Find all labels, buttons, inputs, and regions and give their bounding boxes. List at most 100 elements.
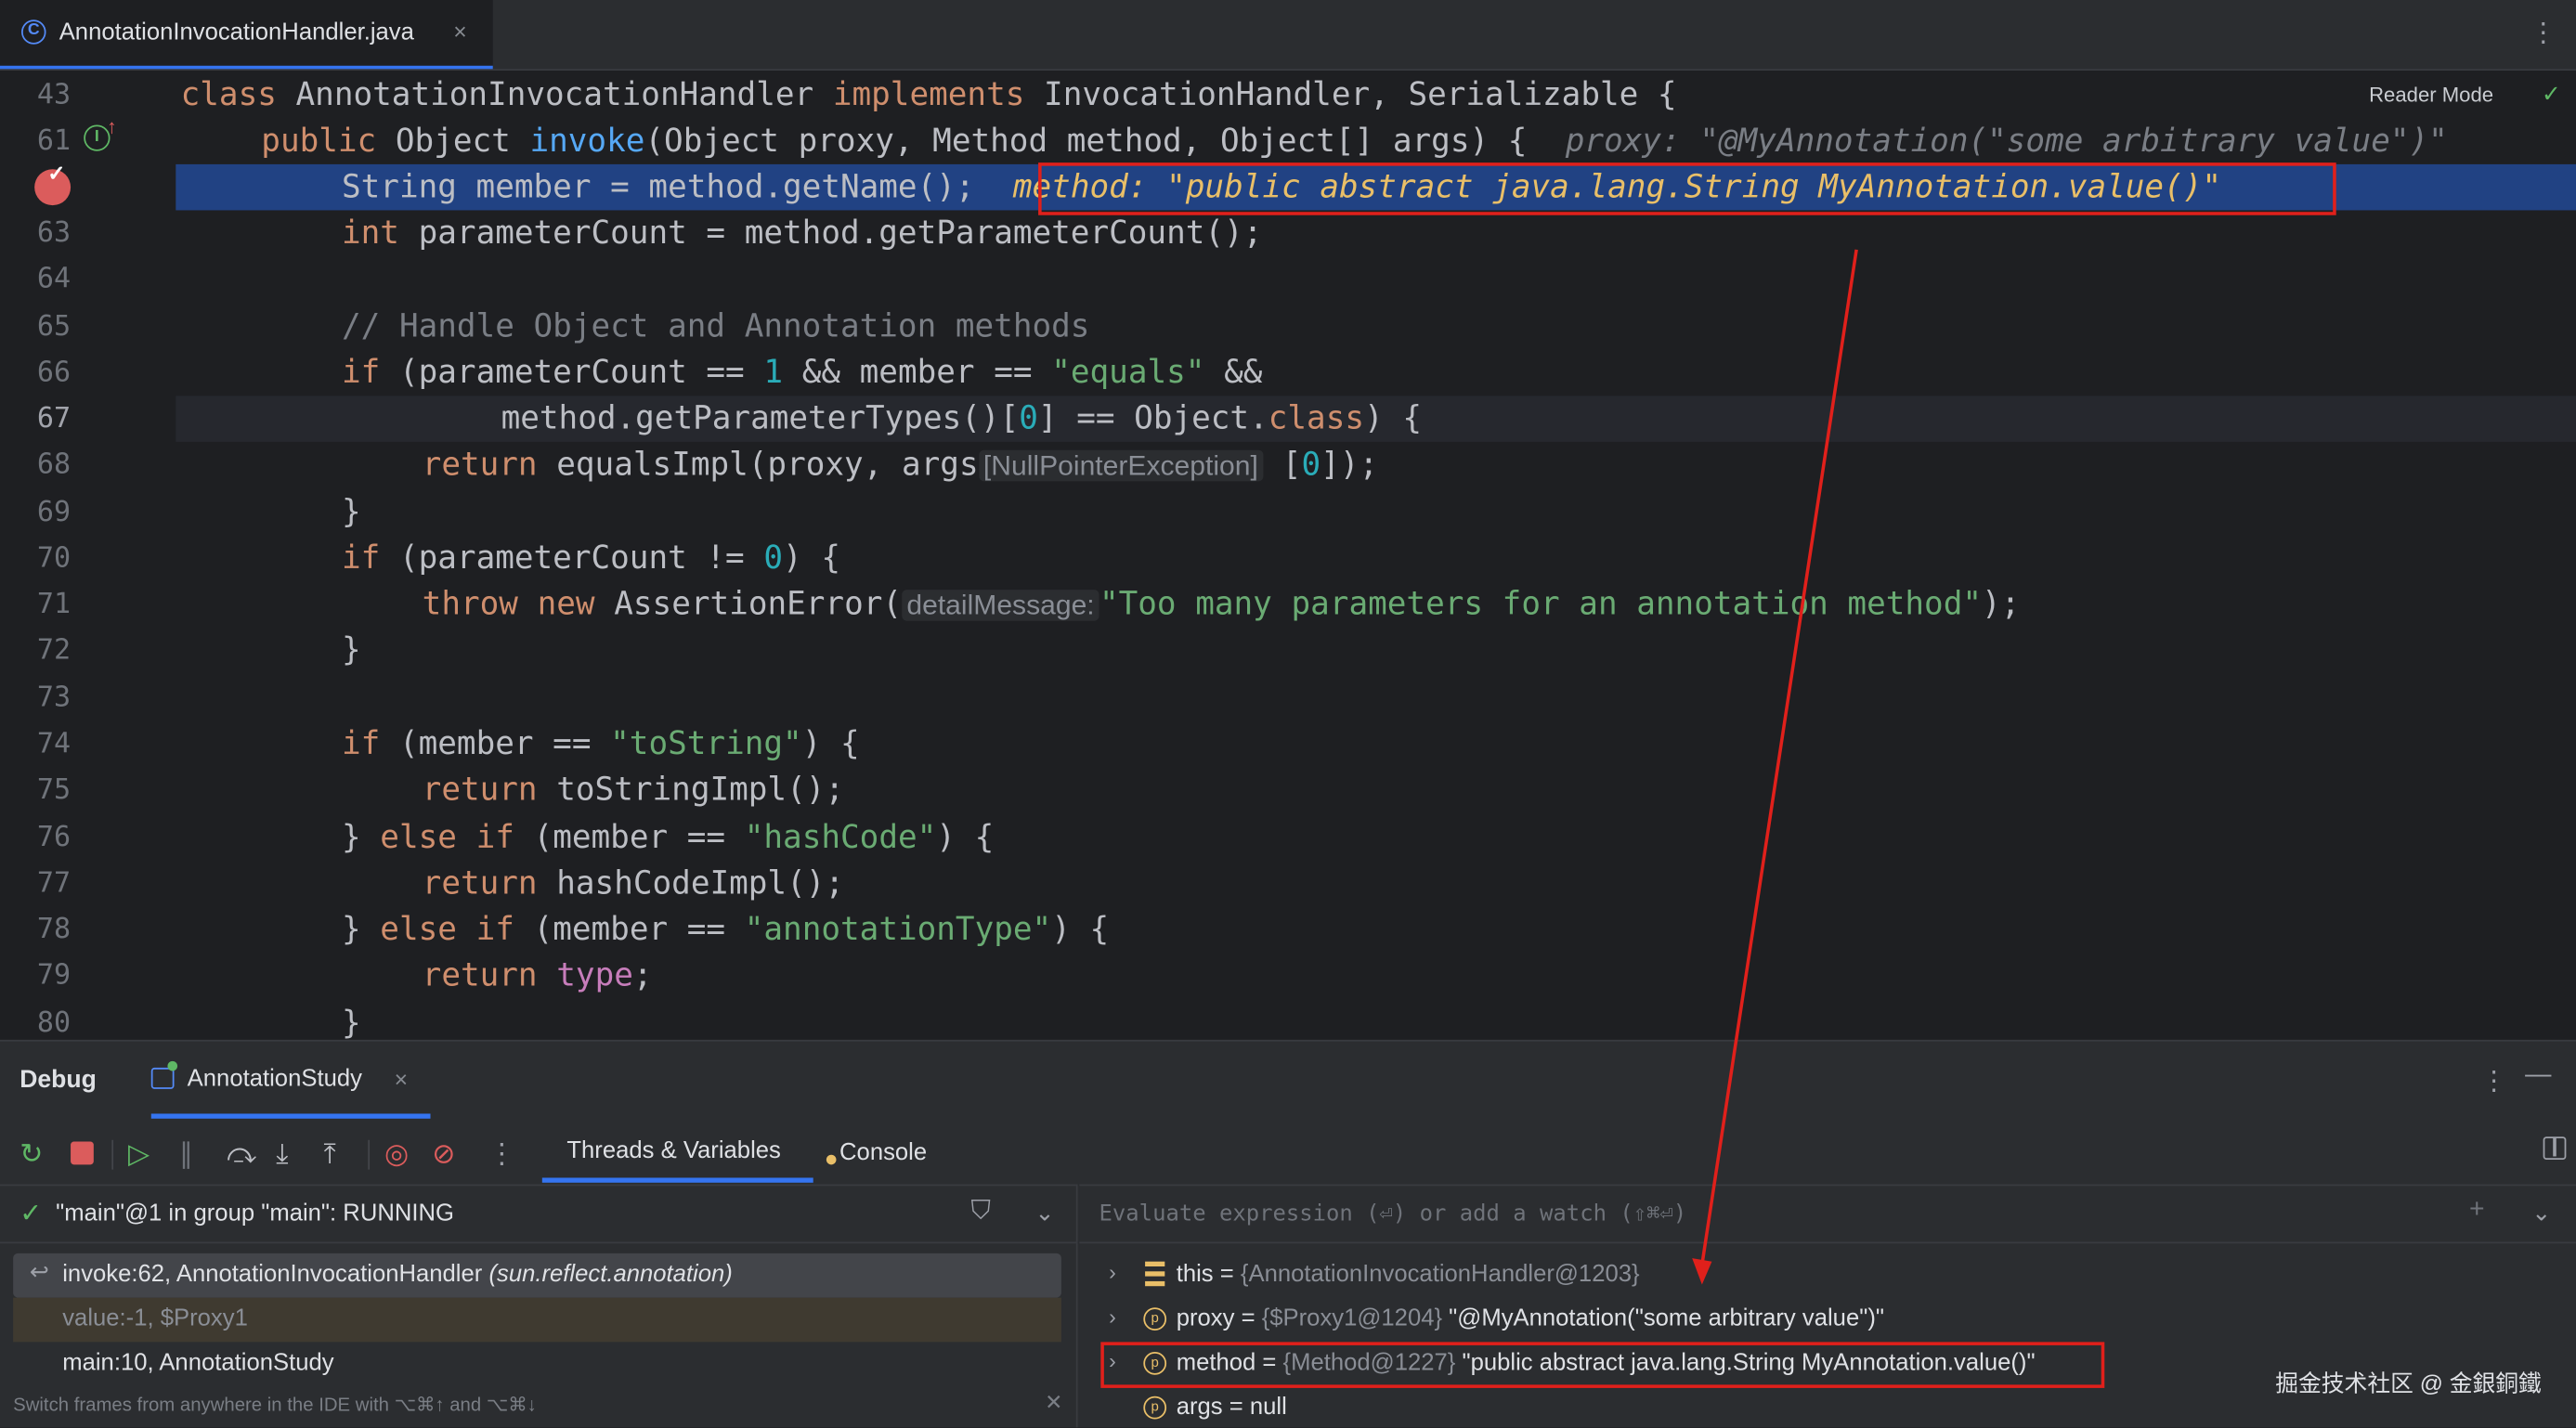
resume-icon[interactable]: ▷: [128, 1138, 150, 1171]
tab-threads-variables[interactable]: Threads & Variables: [541, 1127, 813, 1183]
code-line: 68 return equalsImpl(proxy, args [NullPoi…: [0, 442, 2576, 488]
return-arrow-icon: ↩: [29, 1258, 49, 1285]
line-number[interactable]: 70: [0, 536, 71, 582]
inline-debug-value: proxy: "@MyAnnotation("some arbitrary va…: [1565, 121, 2448, 160]
mute-breakpoints-icon[interactable]: ⊘: [432, 1138, 455, 1171]
overrides-arrow-icon: ↑: [106, 114, 117, 138]
tab-console[interactable]: Console: [826, 1140, 927, 1166]
parameter-icon: p: [1143, 1396, 1167, 1420]
expand-arrow-icon[interactable]: ›: [1109, 1260, 1116, 1285]
annotation-highlight-box: [1038, 162, 2336, 215]
stack-frame[interactable]: main:10, AnnotationStudy: [13, 1342, 1061, 1386]
line-number[interactable]: 76: [0, 814, 71, 861]
line-number[interactable]: 68: [0, 442, 71, 488]
close-tab-icon[interactable]: ×: [453, 18, 466, 44]
code-line: 80 }: [0, 1000, 2576, 1040]
chevron-down-icon[interactable]: ⌄: [1035, 1199, 1055, 1227]
toolbar-separator: [368, 1139, 371, 1170]
ide-window: C AnnotationInvocationHandler.java × ⋮ R…: [0, 0, 2576, 1428]
breakpoint-check-icon: ✓: [47, 161, 66, 186]
line-number[interactable]: 64: [0, 256, 71, 303]
frames-hint: Switch frames from anywhere in the IDE w…: [13, 1396, 537, 1416]
filter-icon[interactable]: ⛉: [971, 1198, 991, 1227]
close-session-icon[interactable]: ×: [395, 1066, 408, 1092]
parameter-name-hint: detailMessage:: [902, 590, 1099, 621]
code-line: 78 } else if (member == "annotationType"…: [0, 907, 2576, 954]
line-number[interactable]: 69: [0, 489, 71, 536]
evaluate-placeholder: Evaluate expression (⏎) or add a watch (…: [1099, 1201, 1687, 1227]
line-number[interactable]: 80: [0, 1000, 71, 1039]
code-line: 61 I ↑ public Object invoke(Object proxy…: [0, 114, 2576, 164]
toolbar-more-icon[interactable]: ⋮: [488, 1138, 515, 1171]
debug-toolbar: ↻ ▷ ∥ ⤼ ⤓ ⤒ ◎ ⊘ ⋮ Threads & Variables Co…: [0, 1127, 2576, 1183]
line-number[interactable]: 43: [0, 72, 71, 119]
code-line: 66 if (parameterCount == 1 && member == …: [0, 350, 2576, 396]
line-number[interactable]: 77: [0, 861, 71, 907]
code-line: 79 return type;: [0, 953, 2576, 999]
code-line: 72 }: [0, 628, 2576, 674]
more-options-icon[interactable]: ⋮: [2480, 1064, 2506, 1097]
stop-icon[interactable]: [71, 1141, 94, 1165]
code-line: 74 if (member == "toString") {: [0, 721, 2576, 768]
thread-running-icon: ✓: [20, 1201, 42, 1229]
variable-row[interactable]: › p proxy = {$Proxy1@1204} "@MyAnnotatio…: [1079, 1298, 2576, 1343]
stack-frame[interactable]: value:-1, $Proxy1: [13, 1297, 1061, 1343]
annotation-highlight-box: [1100, 1342, 2105, 1388]
dismiss-hint-icon[interactable]: ✕: [1045, 1390, 1062, 1416]
thread-label: "main"@1 in group "main": RUNNING: [56, 1201, 455, 1227]
code-line: 71 throw new AssertionError(detailMessag…: [0, 581, 2576, 628]
view-breakpoints-icon[interactable]: ◎: [384, 1138, 409, 1171]
code-line: 73: [0, 675, 2576, 721]
code-editor[interactable]: Reader Mode ✓ 43 class AnnotationInvocat…: [0, 71, 2576, 1040]
code-line: 70 if (parameterCount != 0) {: [0, 536, 2576, 582]
running-indicator-icon: [167, 1060, 178, 1071]
exception-inlay-hint: [NullPointerException]: [978, 449, 1264, 482]
step-over-icon[interactable]: ⤼: [227, 1138, 256, 1171]
step-out-icon[interactable]: ⤒: [324, 1138, 336, 1171]
caret-line: 67 method.getParameterTypes()[0] == Obje…: [0, 396, 2576, 442]
line-number[interactable]: 66: [0, 350, 71, 396]
editor-tab-label: AnnotationInvocationHandler.java: [59, 19, 414, 46]
minimize-icon[interactable]: —: [2525, 1061, 2551, 1091]
line-number[interactable]: 63: [0, 210, 71, 256]
code-line: 76 } else if (member == "hashCode") {: [0, 814, 2576, 861]
evaluate-expression-field[interactable]: Evaluate expression (⏎) or add a watch (…: [1079, 1186, 2576, 1244]
line-number[interactable]: 75: [0, 767, 71, 813]
rerun-icon[interactable]: ↻: [20, 1138, 43, 1171]
line-number[interactable]: 73: [0, 675, 71, 721]
parameter-icon: p: [1143, 1307, 1167, 1331]
watermark: 掘金技术社区 @ 金銀銅鐵: [2275, 1370, 2542, 1396]
tab-threads-variables-label: Threads & Variables: [566, 1138, 781, 1165]
layout-settings-icon[interactable]: [2543, 1136, 2567, 1161]
code-line: 64: [0, 256, 2576, 303]
step-into-icon[interactable]: ⤓: [276, 1138, 288, 1171]
debug-session-label: AnnotationStudy: [187, 1066, 362, 1093]
line-number[interactable]: 78: [0, 907, 71, 954]
stack-frame[interactable]: ↩ invoke:62, AnnotationInvocationHandler…: [13, 1253, 1061, 1298]
more-options-icon[interactable]: ⋮: [2530, 17, 2556, 49]
debug-tool-window: Debug AnnotationStudy × ⋮ — ↻ ▷ ∥ ⤼ ⤓ ⤒ …: [0, 1039, 2576, 1428]
line-number[interactable]: 74: [0, 721, 71, 768]
line-number[interactable]: 71: [0, 581, 71, 628]
line-number[interactable]: 67: [0, 396, 71, 442]
code-line: 65 // Handle Object and Annotation metho…: [0, 304, 2576, 350]
editor-tab[interactable]: C AnnotationInvocationHandler.java ×: [0, 0, 493, 70]
add-watch-icon[interactable]: +: [2469, 1196, 2485, 1226]
debug-session-tab[interactable]: AnnotationStudy ×: [150, 1060, 431, 1119]
line-number[interactable]: 61: [0, 118, 71, 164]
console-status-icon: [826, 1154, 837, 1165]
line-number[interactable]: 79: [0, 953, 71, 999]
line-number[interactable]: 72: [0, 628, 71, 674]
code-line: 63 int parameterCount = method.getParame…: [0, 210, 2576, 256]
chevron-down-icon[interactable]: ⌄: [2531, 1199, 2551, 1227]
expand-arrow-icon[interactable]: ›: [1109, 1305, 1116, 1330]
toolbar-separator: [111, 1139, 114, 1170]
variable-row[interactable]: › this = {AnnotationInvocationHandler@12…: [1079, 1253, 2576, 1298]
code-line: 75 return toStringImpl();: [0, 767, 2576, 813]
pause-icon[interactable]: ∥: [179, 1138, 193, 1171]
object-icon: [1145, 1261, 1165, 1287]
code-line: 69 }: [0, 489, 2576, 536]
tab-console-label: Console: [839, 1139, 928, 1167]
thread-selector[interactable]: ✓ "main"@1 in group "main": RUNNING ⛉ ⌄: [0, 1186, 1078, 1244]
line-number[interactable]: 65: [0, 304, 71, 350]
